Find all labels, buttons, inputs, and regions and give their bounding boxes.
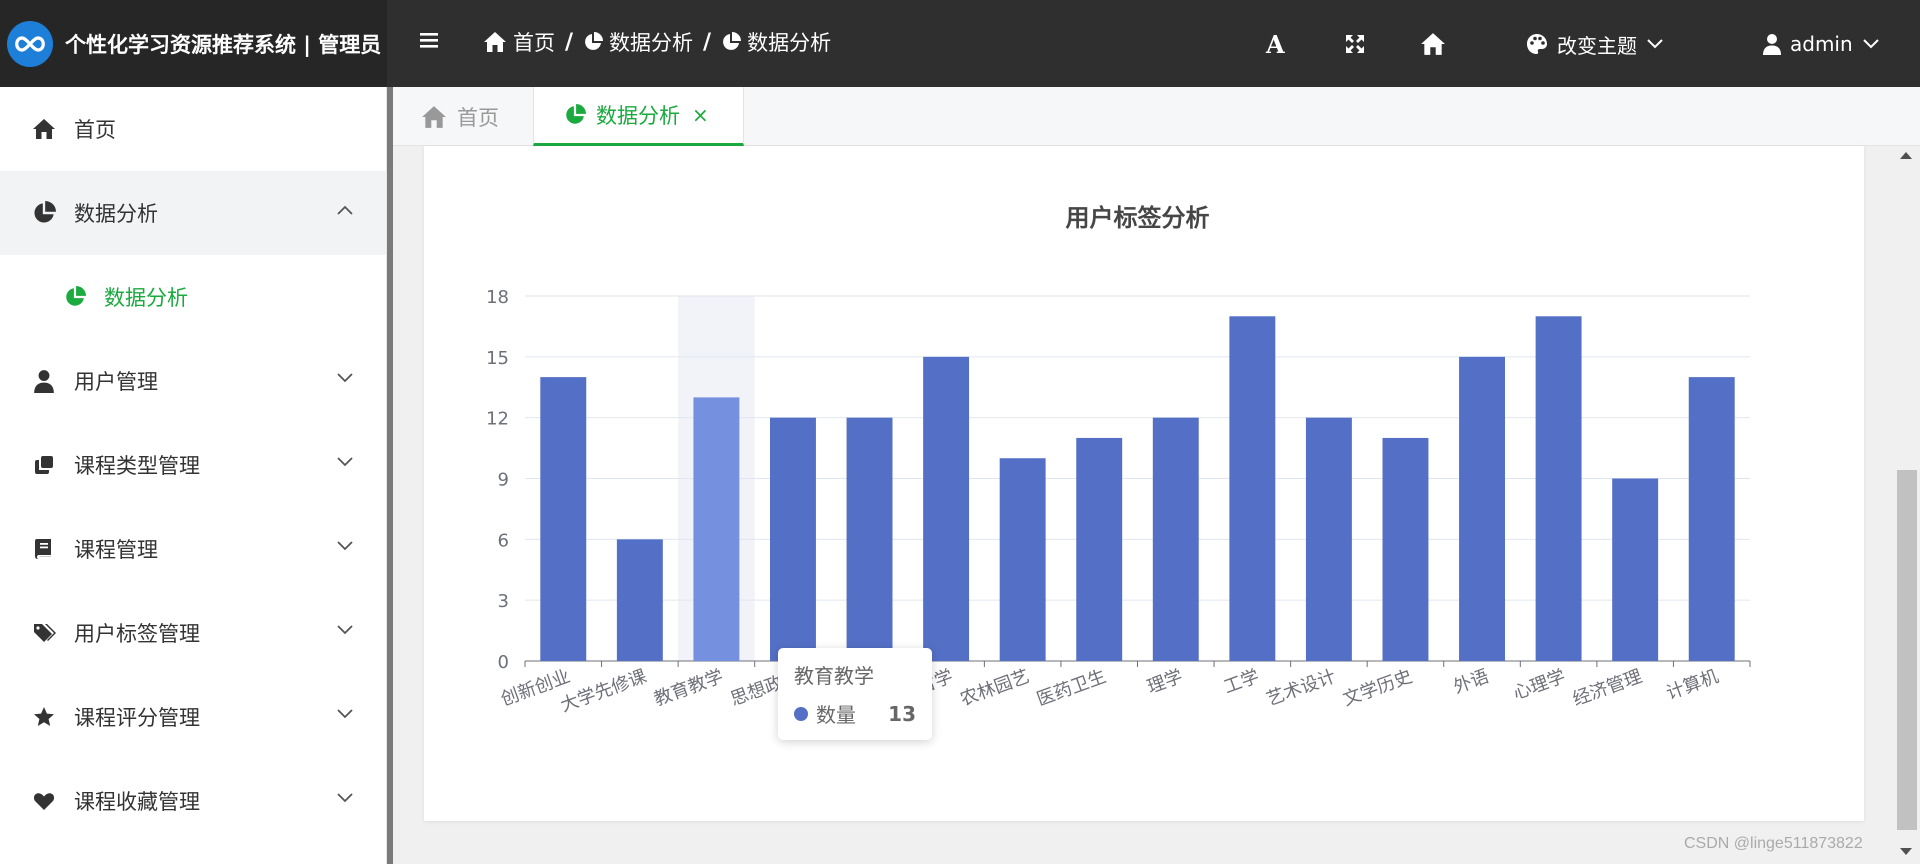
brand: 个性化学习资源推荐系统 | 管理员 xyxy=(0,0,387,87)
scroll-down-arrow-icon[interactable] xyxy=(1900,848,1912,855)
y-tick-label: 3 xyxy=(498,591,509,612)
font-size-button[interactable]: A xyxy=(1266,26,1285,62)
user-icon xyxy=(34,370,54,393)
legend-dot xyxy=(794,706,808,721)
sidebar-item-home[interactable]: 首页 xyxy=(0,87,386,171)
bar xyxy=(999,458,1046,661)
chevron-down-icon xyxy=(337,541,353,551)
bar xyxy=(540,377,587,661)
page-scrollbar-thumb[interactable] xyxy=(1897,470,1917,830)
sidebar: 首页 数据分析 数据分析 用户管理 课程类型管理 课程管理 用户标签管理 课程评… xyxy=(0,87,387,864)
breadcrumb-home[interactable]: 首页 xyxy=(483,27,555,57)
change-theme-dropdown[interactable]: 改变主题 xyxy=(1525,26,1663,62)
home-icon xyxy=(33,119,55,139)
home-icon xyxy=(422,105,446,128)
chevron-down-icon xyxy=(337,625,353,635)
bar xyxy=(616,539,663,661)
x-tick-label: 理学 xyxy=(1144,666,1185,698)
pie-chart-icon xyxy=(34,201,56,223)
x-tick-label: 艺术设计 xyxy=(1264,666,1339,710)
x-tick-label: 医药卫生 xyxy=(1034,666,1109,710)
bar xyxy=(1152,417,1199,661)
breadcrumb-data-analysis[interactable]: 数据分析 xyxy=(583,27,693,57)
bar xyxy=(846,417,893,661)
tab-home[interactable]: 首页 xyxy=(421,87,499,146)
chevron-up-icon xyxy=(337,205,353,215)
x-tick-label: 心理学 xyxy=(1510,666,1568,704)
x-tick-label: 经济管理 xyxy=(1570,666,1645,710)
top-header: 个性化学习资源推荐系统 | 管理员 首页 / 数据分析 / 数据分析 A 改变主… xyxy=(0,0,1920,87)
tab-data-analysis[interactable]: 数据分析 × xyxy=(533,87,744,146)
palette-icon xyxy=(1527,34,1547,54)
app-title: 个性化学习资源推荐系统 | 管理员 xyxy=(65,32,382,57)
x-tick-label: 大学先修课 xyxy=(558,666,650,717)
chevron-down-icon xyxy=(337,709,353,719)
menu-toggle-icon[interactable] xyxy=(418,29,448,59)
bar xyxy=(1305,417,1352,661)
pie-chart-icon xyxy=(585,32,604,50)
bar xyxy=(693,397,740,661)
sidebar-item-course-management[interactable]: 课程管理 xyxy=(0,507,386,591)
bar xyxy=(1076,437,1123,661)
y-tick-label: 15 xyxy=(486,348,509,369)
main-content: 用户标签分析 0 3 6 9 12 15 18 创新创业 大学先修课 教育教学 思想政治 哲学 农林园艺医… xyxy=(393,146,1898,864)
bar xyxy=(923,356,970,661)
bar xyxy=(1382,437,1429,661)
chart-card: 用户标签分析 0 3 6 9 12 15 18 创新创业 大学先修课 教育教学 思想政治 哲学 农林园艺医… xyxy=(424,146,1864,821)
close-icon[interactable]: × xyxy=(692,103,709,127)
x-tick-label: 文学历史 xyxy=(1340,666,1415,710)
y-tick-label: 6 xyxy=(498,530,509,551)
sidebar-item-user-management[interactable]: 用户管理 xyxy=(0,339,386,423)
tab-bar: 首页 数据分析 × xyxy=(393,87,1920,146)
book-icon xyxy=(35,539,51,559)
x-tick-label: 教育教学 xyxy=(651,666,726,710)
pie-chart-icon xyxy=(723,32,742,50)
heart-icon xyxy=(33,793,55,810)
bar xyxy=(1459,356,1505,661)
y-tick-label: 18 xyxy=(486,287,509,308)
x-tick-label: 计算机 xyxy=(1664,666,1722,704)
user-icon xyxy=(1763,34,1781,55)
bar xyxy=(1612,478,1659,661)
pie-chart-icon xyxy=(66,286,86,306)
clone-icon xyxy=(35,456,53,474)
bar xyxy=(1535,316,1582,661)
infinity-logo-icon xyxy=(7,20,53,67)
y-tick-label: 12 xyxy=(486,409,509,430)
sidebar-item-course-rating-management[interactable]: 课程评分管理 xyxy=(0,675,386,759)
y-tick-label: 9 xyxy=(498,470,509,491)
sidebar-item-user-tag-management[interactable]: 用户标签管理 xyxy=(0,591,386,675)
fullscreen-icon[interactable] xyxy=(1343,26,1367,62)
breadcrumb-data-analysis-page[interactable]: 数据分析 xyxy=(721,27,831,57)
home-button[interactable] xyxy=(1420,26,1446,62)
chevron-down-icon xyxy=(1647,39,1663,49)
user-menu[interactable]: admin xyxy=(1762,26,1879,62)
chevron-down-icon xyxy=(337,457,353,467)
bar xyxy=(1688,377,1735,661)
bar-chart: 用户标签分析0369121518创新创业大学先修课 教育教学 思想政治 哲学 农林园艺医… xyxy=(486,204,1751,717)
chart-tooltip: 教育教学 数量 13 xyxy=(778,648,932,740)
x-tick-label: 农林园艺 xyxy=(958,666,1033,710)
chevron-down-icon xyxy=(337,373,353,383)
sidebar-subitem-data-analysis[interactable]: 数据分析 xyxy=(0,255,386,339)
bar xyxy=(770,417,816,661)
sidebar-item-course-type-management[interactable]: 课程类型管理 xyxy=(0,423,386,507)
home-icon xyxy=(484,32,506,52)
sidebar-item-course-favorite-management[interactable]: 课程收藏管理 xyxy=(0,759,386,843)
tags-icon xyxy=(34,624,56,642)
home-icon xyxy=(1421,33,1445,55)
pie-chart-icon xyxy=(566,104,586,124)
chart-title: 用户标签分析 xyxy=(1066,204,1210,232)
watermark: CSDN @linge511873822 xyxy=(1684,835,1863,852)
x-tick-label: 工学 xyxy=(1221,666,1262,698)
sidebar-item-data-analysis[interactable]: 数据分析 xyxy=(0,171,386,255)
bar xyxy=(1229,316,1276,661)
star-icon xyxy=(34,707,54,726)
breadcrumb: 首页 / 数据分析 / 数据分析 xyxy=(483,24,831,60)
chevron-down-icon xyxy=(1862,39,1879,49)
scroll-up-arrow-icon[interactable] xyxy=(1900,152,1912,159)
chevron-down-icon xyxy=(337,793,353,803)
y-tick-label: 0 xyxy=(498,652,509,673)
x-tick-label: 外语 xyxy=(1451,666,1492,698)
